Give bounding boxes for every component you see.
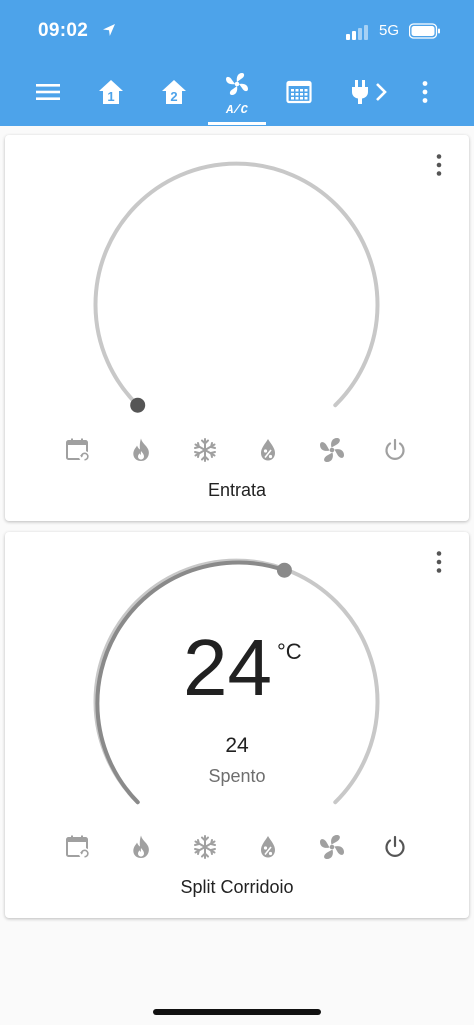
home-2-icon: 2 bbox=[162, 80, 186, 104]
location-arrow-icon bbox=[103, 24, 115, 36]
hvac-modes bbox=[5, 830, 469, 864]
home-1-icon: 1 bbox=[99, 80, 123, 104]
mode-heat-button[interactable] bbox=[124, 433, 158, 467]
home-indicator[interactable] bbox=[153, 1009, 321, 1015]
mode-schedule-button[interactable] bbox=[61, 433, 95, 467]
thermostat-card-split-corridoio: 24 °C 24 Spento Split Corridoio bbox=[5, 532, 469, 918]
mode-off-button[interactable] bbox=[378, 830, 412, 864]
mode-fan-button[interactable] bbox=[315, 433, 349, 467]
schedule-icon bbox=[66, 438, 90, 462]
tab-home-2[interactable]: 2 bbox=[152, 72, 196, 112]
mode-fan-button[interactable] bbox=[315, 830, 349, 864]
dial-track bbox=[93, 161, 380, 408]
tab-ac[interactable]: A/C bbox=[215, 70, 259, 116]
hvac-state: Spento bbox=[208, 766, 266, 786]
calendar-icon bbox=[286, 80, 312, 104]
temperature-unit: °C bbox=[277, 639, 302, 664]
signal-icon bbox=[346, 25, 368, 40]
fan-icon bbox=[320, 438, 344, 462]
schedule-icon bbox=[66, 835, 90, 859]
power-icon bbox=[385, 835, 405, 857]
snowflake-icon bbox=[194, 835, 216, 859]
battery-icon bbox=[409, 23, 440, 39]
thermostat-card-entrata: Entrata bbox=[5, 135, 469, 521]
active-tab-indicator bbox=[208, 122, 266, 125]
chevron-right-icon bbox=[376, 83, 387, 101]
card-title: Entrata bbox=[207, 480, 267, 500]
hvac-modes bbox=[5, 433, 469, 467]
tab-ac-label: A/C bbox=[225, 103, 248, 115]
water-percent-icon bbox=[261, 836, 275, 858]
mode-schedule-button[interactable] bbox=[61, 830, 95, 864]
mode-cool-button[interactable] bbox=[188, 433, 222, 467]
dial-handle[interactable] bbox=[276, 562, 292, 578]
tab-home-1[interactable]: 1 bbox=[89, 72, 133, 112]
mode-heat-button[interactable] bbox=[124, 830, 158, 864]
status-bar: 09:02 5G bbox=[0, 0, 474, 62]
home-1-label: 1 bbox=[107, 89, 114, 104]
thermostat-dial[interactable] bbox=[5, 135, 469, 435]
scroll-tabs-button[interactable] bbox=[366, 72, 396, 112]
water-percent-icon bbox=[261, 439, 275, 461]
clock: 09:02 bbox=[38, 20, 89, 41]
mode-dry-button[interactable] bbox=[251, 433, 285, 467]
snowflake-icon bbox=[194, 438, 216, 462]
power-icon bbox=[385, 438, 405, 460]
menu-icon bbox=[36, 84, 60, 100]
home-2-label: 2 bbox=[170, 89, 177, 104]
mode-off-button[interactable] bbox=[378, 433, 412, 467]
network-type: 5G bbox=[379, 22, 400, 39]
flame-icon bbox=[133, 835, 149, 858]
overflow-menu-button[interactable] bbox=[403, 72, 447, 112]
more-vert-icon bbox=[422, 81, 428, 103]
dial-handle[interactable] bbox=[130, 397, 146, 413]
fan-ac-icon: A/C bbox=[225, 73, 249, 115]
flame-icon bbox=[133, 438, 149, 461]
mode-cool-button[interactable] bbox=[188, 830, 222, 864]
card-title: Split Corridoio bbox=[180, 877, 294, 897]
menu-button[interactable] bbox=[26, 72, 70, 112]
target-temperature: 24 bbox=[225, 734, 249, 757]
current-temperature: 24 bbox=[183, 623, 272, 712]
tab-calendar[interactable] bbox=[277, 72, 321, 112]
mode-dry-button[interactable] bbox=[251, 830, 285, 864]
toolbar: 1 2 A/C bbox=[0, 62, 474, 126]
fan-icon bbox=[320, 835, 344, 859]
